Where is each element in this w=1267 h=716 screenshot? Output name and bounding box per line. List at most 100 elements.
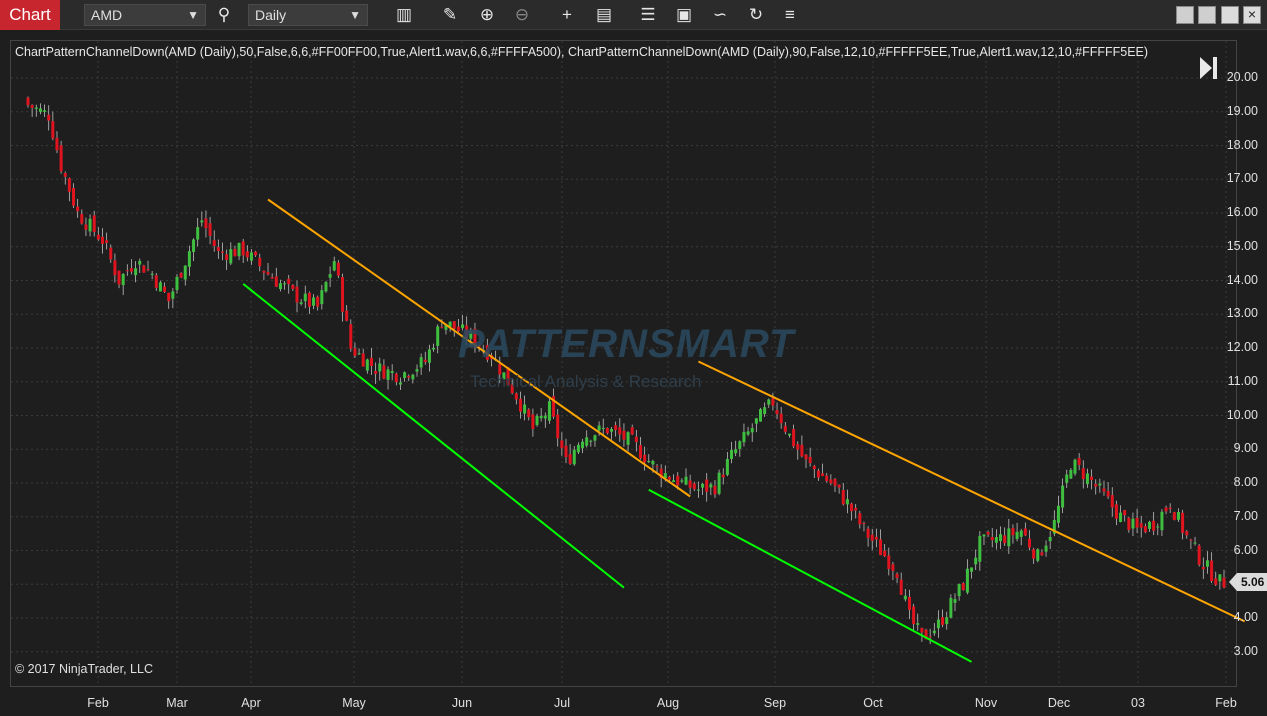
candle-up <box>1015 531 1019 539</box>
candle-up <box>746 431 750 435</box>
candle-up <box>200 220 204 223</box>
candle-up <box>523 404 527 414</box>
candle-up <box>249 252 253 261</box>
candle-up <box>1007 528 1011 547</box>
candle-up <box>974 557 978 565</box>
candle-up <box>88 218 92 232</box>
candle-down <box>142 265 146 273</box>
candle-down <box>858 513 862 525</box>
candle-up <box>701 483 705 488</box>
candle-down <box>349 324 353 349</box>
copyright-text: © 2017 NinjaTrader, LLC <box>15 662 153 676</box>
candle-down <box>374 371 378 374</box>
candle-down <box>556 414 560 439</box>
candle-up <box>1193 542 1197 544</box>
candle-down <box>67 178 71 192</box>
candle-up <box>175 276 179 291</box>
candle-up <box>696 489 700 491</box>
candle-up <box>1119 512 1123 523</box>
candle-down <box>1123 510 1127 516</box>
candle-up <box>436 326 440 346</box>
candle-down <box>837 484 841 488</box>
date-tick-label: Oct <box>863 696 883 710</box>
candle-down <box>76 206 80 212</box>
candle-down <box>775 410 779 415</box>
candle-down <box>614 425 618 430</box>
candle-up <box>742 431 746 443</box>
candle-up <box>651 461 655 465</box>
candle-up <box>183 265 187 280</box>
channel-resistance-line[interactable] <box>697 360 1246 623</box>
candle-down <box>353 348 357 356</box>
candle-down <box>440 326 444 328</box>
price-tick-label: 13.00 <box>1226 306 1258 321</box>
candle-up <box>709 484 713 488</box>
candle-down <box>72 187 76 206</box>
candle-up <box>610 428 614 432</box>
candle-down <box>771 398 775 406</box>
candle-down <box>676 475 680 486</box>
scroll-to-end-icon[interactable] <box>1200 55 1218 81</box>
candle-down <box>452 321 456 329</box>
candle-down <box>262 270 266 273</box>
candle-down <box>560 440 564 449</box>
date-tick-label: 03 <box>1131 696 1145 710</box>
candle-down <box>630 427 634 435</box>
candle-down <box>245 251 249 258</box>
candle-up <box>572 449 576 465</box>
candle-down <box>907 597 911 610</box>
candle-down <box>1090 476 1094 481</box>
candle-up <box>299 302 303 304</box>
candle-down <box>341 277 345 312</box>
candle-down <box>345 310 349 321</box>
candle-down <box>1168 507 1172 510</box>
candle-down <box>990 536 994 541</box>
candle-down <box>783 425 787 432</box>
candle-down <box>883 550 887 557</box>
last-price-marker: 5.06 <box>1229 573 1267 591</box>
candle-up <box>957 584 961 597</box>
candle-down <box>1164 507 1168 512</box>
candle-up <box>672 480 676 483</box>
candle-up <box>994 537 998 543</box>
date-tick-label: Apr <box>241 696 261 710</box>
date-tick-label: Jul <box>554 696 570 710</box>
candle-up <box>1098 483 1102 486</box>
candle-up <box>171 291 175 299</box>
candle-down <box>833 478 837 486</box>
candle-down <box>874 536 878 540</box>
candle-up <box>734 449 738 454</box>
candle-up <box>1048 536 1052 542</box>
candle-down <box>1094 484 1098 487</box>
candle-down <box>1197 545 1201 565</box>
candle-up <box>332 261 336 271</box>
candle-up <box>647 460 651 463</box>
candle-down <box>30 105 34 108</box>
price-tick-label: 11.00 <box>1227 373 1258 388</box>
candle-up <box>684 476 688 485</box>
candle-up <box>543 415 547 419</box>
price-tick-label: 12.00 <box>1226 340 1258 354</box>
candle-down <box>568 454 572 464</box>
candle-up <box>916 623 920 625</box>
price-tick-label: 16.00 <box>1226 205 1258 219</box>
candle-down <box>821 473 825 477</box>
candle-up <box>787 433 791 436</box>
candle-down <box>274 276 278 287</box>
candle-up <box>1218 574 1222 582</box>
date-tick-label: Aug <box>656 696 680 710</box>
candle-down <box>1011 528 1015 536</box>
candle-down <box>105 240 109 243</box>
price-tick-label: 18.00 <box>1226 137 1258 152</box>
channel-support-line[interactable] <box>648 488 973 663</box>
candle-up <box>581 441 585 449</box>
candle-up <box>278 283 282 290</box>
candle-down <box>154 275 158 288</box>
candle-down <box>527 409 531 418</box>
candle-up <box>1073 459 1077 474</box>
candle-up <box>357 353 361 355</box>
candle-up <box>38 108 42 112</box>
candle-up <box>403 372 407 378</box>
candle-down <box>866 528 870 538</box>
candle-down <box>879 539 883 556</box>
